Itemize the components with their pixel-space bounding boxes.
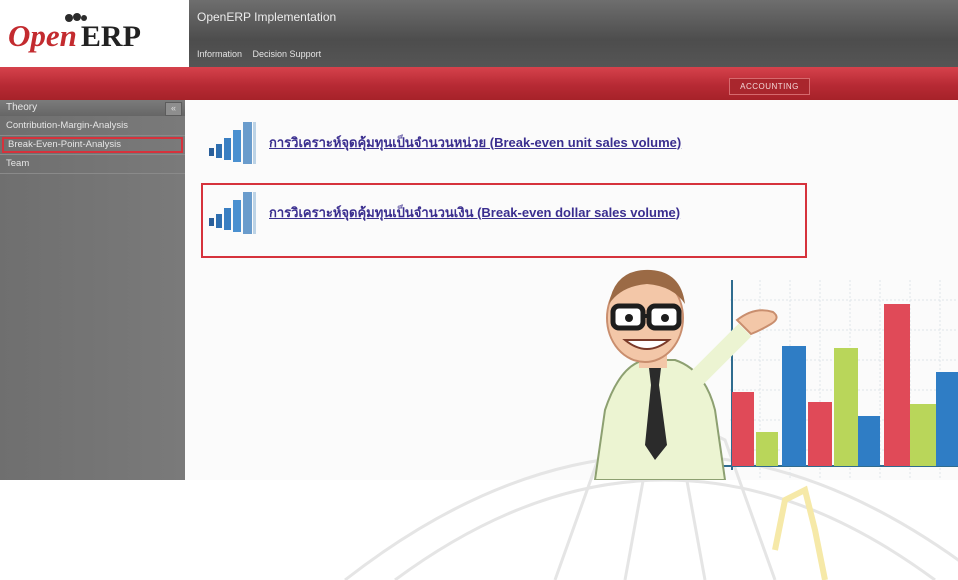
mascot-illustration: [593, 269, 778, 480]
module-bar: [0, 67, 958, 100]
sidebar-heading: Theory: [6, 102, 38, 113]
menu-information[interactable]: Information: [197, 49, 242, 59]
logo-erp-text: ERP: [80, 20, 141, 53]
sidebar-item-team[interactable]: Team: [2, 156, 183, 172]
sidebar: Theory « Contribution-Margin-Analysis Br…: [0, 100, 185, 480]
sidebar-item-contribution-margin-analysis[interactable]: Contribution-Margin-Analysis: [2, 118, 183, 134]
top-bar: OpenERP Implementation Information Decis…: [189, 0, 958, 67]
sidebar-header: Theory «: [0, 100, 185, 116]
break-even-unit-link-row: การวิเคราะห์จุดคุ้มทุนเป็นจำนวนหน่วย (Br…: [207, 120, 681, 164]
app-title: OpenERP Implementation: [197, 10, 337, 24]
selection-highlight: [201, 183, 807, 258]
collapse-icon[interactable]: «: [165, 102, 182, 116]
break-even-unit-sales-volume-link[interactable]: การวิเคราะห์จุดคุ้มทุนเป็นจำนวนหน่วย (Br…: [269, 132, 681, 153]
divider: [0, 154, 185, 155]
sidebar-item-break-even-point-analysis[interactable]: Break-Even-Point-Analysis: [2, 137, 183, 153]
logo-mark-icon: [65, 13, 87, 22]
menu-decision-support[interactable]: Decision Support: [253, 49, 322, 59]
openerp-logo[interactable]: Open ERP: [8, 13, 141, 54]
tab-accounting[interactable]: ACCOUNTING: [729, 78, 810, 95]
divider: [0, 173, 185, 174]
top-menu: Information Decision Support: [197, 49, 329, 59]
divider: [0, 135, 185, 136]
bar-graph-icon[interactable]: [207, 120, 263, 164]
logo-open-text: Open: [8, 18, 77, 53]
logo-area: Open ERP: [0, 0, 189, 67]
